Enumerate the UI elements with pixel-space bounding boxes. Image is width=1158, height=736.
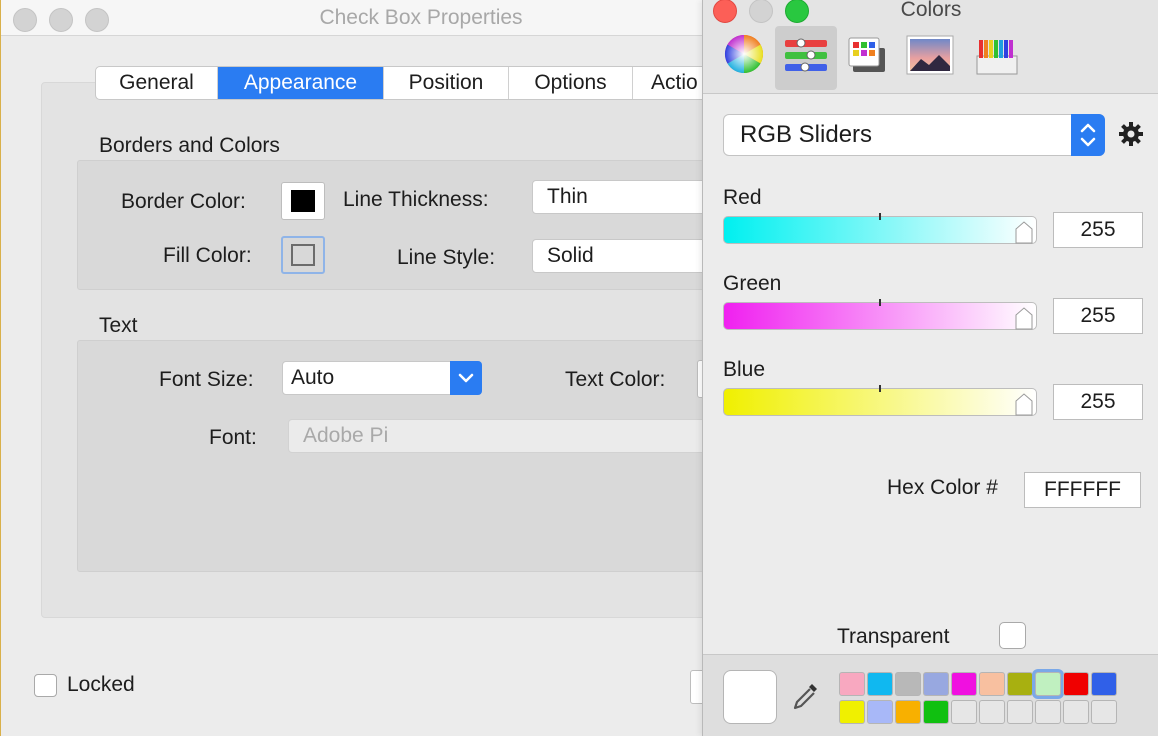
color-swatch[interactable] bbox=[1007, 672, 1033, 696]
green-value-field[interactable]: 255 bbox=[1053, 298, 1143, 334]
empty-swatch[interactable] bbox=[979, 700, 1005, 724]
border-color-label: Border Color: bbox=[121, 190, 246, 213]
blue-slider-knob[interactable] bbox=[1012, 393, 1036, 417]
slider-mode-select[interactable]: RGB Sliders bbox=[723, 114, 1105, 156]
transparent-checkbox[interactable] bbox=[999, 622, 1026, 649]
tab-bar: General Appearance Position Options Acti… bbox=[95, 66, 724, 100]
line-style-select[interactable]: Solid bbox=[532, 239, 712, 273]
blue-label: Blue bbox=[723, 358, 766, 381]
text-heading: Text bbox=[99, 314, 138, 337]
color-swatch[interactable] bbox=[867, 700, 893, 724]
up-down-chevron-icon bbox=[1071, 114, 1105, 156]
red-label: Red bbox=[723, 186, 762, 209]
font-size-label: Font Size: bbox=[159, 368, 254, 391]
fill-color-well[interactable] bbox=[281, 236, 325, 274]
hex-color-field[interactable]: FFFFFF bbox=[1024, 472, 1141, 508]
borders-colors-heading: Borders and Colors bbox=[99, 134, 280, 157]
fill-color-swatch bbox=[291, 244, 315, 266]
color-swatch[interactable] bbox=[895, 672, 921, 696]
color-wheel-icon bbox=[724, 34, 764, 74]
image-palettes-mode[interactable] bbox=[899, 26, 961, 90]
green-label: Green bbox=[723, 272, 782, 295]
color-swatch[interactable] bbox=[979, 672, 1005, 696]
color-swatch[interactable] bbox=[867, 672, 893, 696]
color-swatch[interactable] bbox=[839, 700, 865, 724]
empty-swatch[interactable] bbox=[1063, 700, 1089, 724]
text-color-label: Text Color: bbox=[565, 368, 666, 391]
blue-value-field[interactable]: 255 bbox=[1053, 384, 1143, 420]
green-slider[interactable] bbox=[723, 299, 1037, 331]
colors-title: Colors bbox=[900, 0, 962, 21]
colors-panel: Colors RGB Sliders Red 255 Green 255 Blu… bbox=[702, 0, 1158, 736]
color-swatch[interactable] bbox=[923, 700, 949, 724]
tab-appearance[interactable]: Appearance bbox=[218, 67, 384, 99]
color-swatch[interactable] bbox=[839, 672, 865, 696]
red-slider-tick bbox=[879, 213, 881, 220]
font-label: Font: bbox=[209, 426, 257, 449]
locked-checkbox[interactable] bbox=[34, 674, 57, 697]
props-titlebar: Check Box Properties bbox=[1, 0, 760, 36]
border-color-well[interactable] bbox=[281, 182, 325, 220]
color-swatch[interactable] bbox=[951, 672, 977, 696]
locked-label: Locked bbox=[67, 673, 135, 696]
font-size-value: Auto bbox=[291, 366, 335, 389]
color-swatch[interactable] bbox=[923, 672, 949, 696]
gear-icon[interactable] bbox=[1117, 120, 1145, 148]
image-palettes-icon bbox=[906, 35, 954, 75]
color-sliders-mode[interactable] bbox=[775, 26, 837, 90]
slider-mode-value: RGB Sliders bbox=[740, 121, 873, 148]
red-slider-knob[interactable] bbox=[1012, 221, 1036, 245]
check-box-properties-window: Check Box Properties General Appearance … bbox=[0, 0, 761, 736]
color-swatch[interactable] bbox=[1091, 672, 1117, 696]
transparent-label: Transparent bbox=[837, 625, 950, 648]
green-slider-tick bbox=[879, 299, 881, 306]
empty-swatch[interactable] bbox=[1007, 700, 1033, 724]
color-swatch[interactable] bbox=[1063, 672, 1089, 696]
empty-swatch[interactable] bbox=[1035, 700, 1061, 724]
fill-color-label: Fill Color: bbox=[163, 244, 252, 267]
tab-position[interactable]: Position bbox=[384, 67, 509, 99]
color-sliders-icon bbox=[785, 38, 827, 72]
green-slider-knob[interactable] bbox=[1012, 307, 1036, 331]
colors-toolbar: Colors bbox=[703, 0, 1158, 94]
color-swatch[interactable] bbox=[1035, 672, 1061, 696]
line-style-label: Line Style: bbox=[397, 246, 496, 269]
blue-slider-tick bbox=[879, 385, 881, 392]
empty-swatch[interactable] bbox=[1091, 700, 1117, 724]
border-color-swatch bbox=[291, 190, 315, 212]
red-value-field[interactable]: 255 bbox=[1053, 212, 1143, 248]
pencils-mode[interactable] bbox=[965, 26, 1027, 90]
eyedropper-icon[interactable] bbox=[791, 680, 821, 714]
font-select[interactable]: Adobe Pi bbox=[288, 419, 718, 453]
line-thickness-select[interactable]: Thin bbox=[532, 180, 712, 214]
font-size-select[interactable]: Auto bbox=[282, 361, 482, 395]
empty-swatch[interactable] bbox=[951, 700, 977, 724]
tab-options[interactable]: Options bbox=[509, 67, 633, 99]
chevron-down-icon bbox=[450, 361, 482, 395]
color-palettes-mode[interactable] bbox=[837, 26, 899, 90]
blue-slider[interactable] bbox=[723, 385, 1037, 417]
red-slider[interactable] bbox=[723, 213, 1037, 245]
color-wheel-mode[interactable] bbox=[713, 26, 775, 90]
line-thickness-label: Line Thickness: bbox=[343, 188, 489, 211]
current-color-well[interactable] bbox=[723, 670, 777, 724]
hex-color-label: Hex Color # bbox=[887, 476, 998, 499]
color-swatch[interactable] bbox=[895, 700, 921, 724]
color-palettes-icon bbox=[848, 37, 885, 72]
tab-general[interactable]: General bbox=[96, 67, 218, 99]
pencils-icon bbox=[976, 40, 1018, 75]
